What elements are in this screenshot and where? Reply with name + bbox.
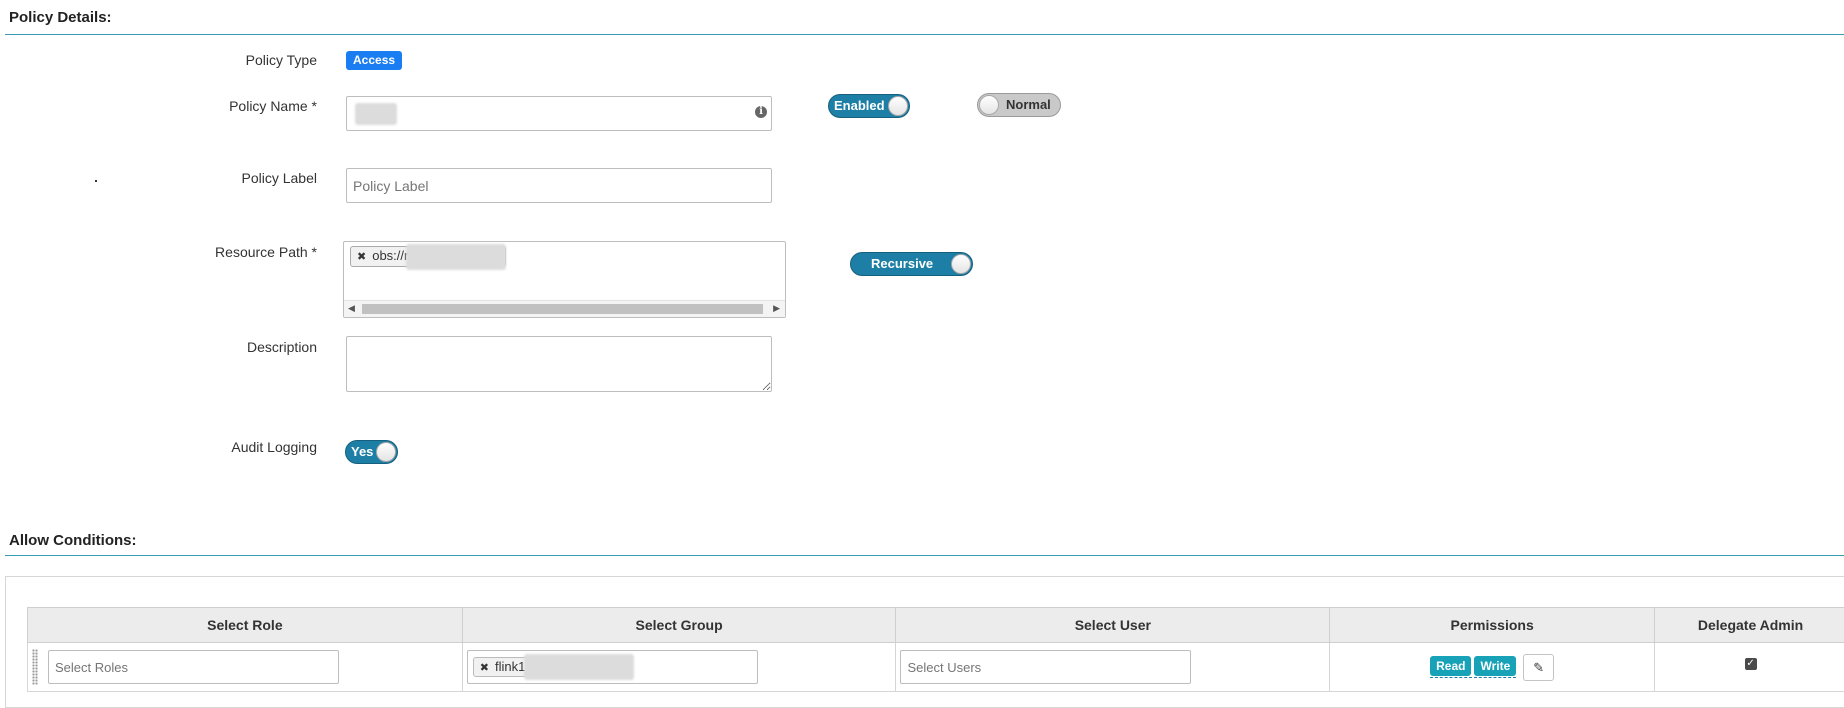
normal-toggle-label: Normal <box>1006 94 1051 116</box>
permissions-cell: ReadWrite ✎ <box>1330 643 1655 692</box>
info-icon: i <box>755 106 767 118</box>
redacted-path <box>406 244 506 270</box>
select-group-input[interactable]: ✖flink1_ <box>467 650 758 684</box>
permission-read-badge: Read <box>1430 656 1471 676</box>
col-delegate-admin: Delegate Admin <box>1655 608 1844 643</box>
redacted-name <box>355 103 397 125</box>
description-label: Description <box>97 339 317 355</box>
scroll-left-icon[interactable]: ◀ <box>348 303 355 314</box>
pencil-icon: ✎ <box>1533 660 1544 675</box>
enabled-toggle-label: Enabled <box>834 95 885 117</box>
drag-handle-icon[interactable] <box>32 649 38 685</box>
scroll-right-icon[interactable]: ▶ <box>773 303 780 314</box>
remove-tag-icon[interactable]: ✖ <box>480 662 489 674</box>
allow-conditions-table: Select Role Select Group Select User Per… <box>27 607 1844 692</box>
select-roles-input[interactable] <box>48 650 339 684</box>
group-cell: ✖flink1_ <box>462 643 896 692</box>
policy-label-input[interactable] <box>346 168 772 203</box>
permission-write-badge: Write <box>1474 656 1516 676</box>
policy-name-label: Policy Name * <box>97 98 317 114</box>
redacted-group <box>524 654 634 680</box>
audit-logging-toggle-label: Yes <box>351 441 373 463</box>
check-icon: ✓ <box>1746 658 1754 669</box>
policy-details-title: Policy Details: <box>9 9 112 26</box>
col-select-role: Select Role <box>28 608 463 643</box>
permissions-list[interactable]: ReadWrite <box>1430 656 1516 678</box>
scrollbar-thumb[interactable] <box>362 304 763 314</box>
policy-name-input[interactable]: i <box>346 96 772 131</box>
normal-toggle[interactable]: Normal <box>977 93 1061 117</box>
resource-path-label: Resource Path * <box>97 244 317 260</box>
allow-conditions-divider <box>5 555 1844 556</box>
audit-logging-label: Audit Logging <box>97 439 317 455</box>
remove-tag-icon[interactable]: ✖ <box>357 251 366 263</box>
user-cell <box>896 643 1330 692</box>
policy-label-label: Policy Label <box>97 170 317 186</box>
delegate-admin-cell: ✓ <box>1655 643 1844 692</box>
edit-permissions-button[interactable]: ✎ <box>1523 654 1554 681</box>
recursive-toggle[interactable]: Recursive <box>850 252 973 276</box>
audit-logging-toggle[interactable]: Yes <box>345 440 398 464</box>
resource-path-input[interactable]: ✖ obs://r ◀ ▶ <box>343 241 786 318</box>
horizontal-scrollbar[interactable]: ◀ ▶ <box>344 300 785 317</box>
policy-type-label: Policy Type <box>97 52 317 68</box>
role-cell <box>28 643 463 692</box>
col-permissions: Permissions <box>1330 608 1655 643</box>
recursive-toggle-knob <box>951 254 971 274</box>
policy-details-divider <box>5 34 1844 35</box>
table-header-row: Select Role Select Group Select User Per… <box>28 608 1844 643</box>
delegate-admin-checkbox[interactable]: ✓ <box>1745 658 1757 670</box>
enabled-toggle[interactable]: Enabled <box>828 94 910 118</box>
col-select-user: Select User <box>896 608 1330 643</box>
description-input[interactable] <box>346 336 772 392</box>
enabled-toggle-knob <box>888 96 908 116</box>
select-users-input[interactable] <box>900 650 1191 684</box>
recursive-toggle-label: Recursive <box>871 253 933 275</box>
resource-path-tag-text: obs://r <box>372 248 408 263</box>
policy-type-badge: Access <box>346 51 402 70</box>
normal-toggle-knob <box>979 95 999 115</box>
stray-dot <box>95 180 97 182</box>
allow-conditions-title: Allow Conditions: <box>9 532 136 549</box>
col-select-group: Select Group <box>462 608 896 643</box>
audit-logging-toggle-knob <box>376 442 396 462</box>
table-row: ✖flink1_ ReadWrite ✎ ✓ <box>28 643 1844 692</box>
